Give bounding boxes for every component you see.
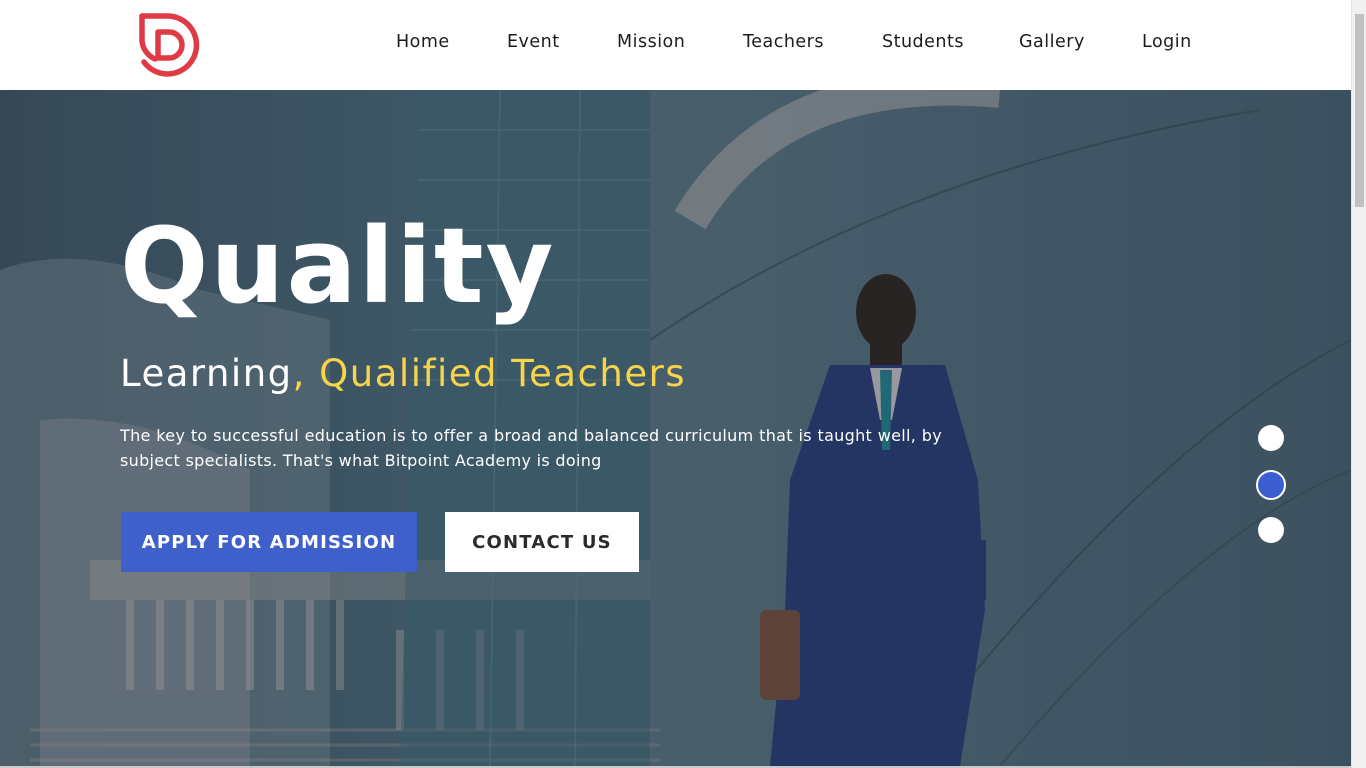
nav-event[interactable]: Event <box>507 32 560 52</box>
scrollbar-thumb[interactable] <box>1355 14 1364 207</box>
main-navigation: Home Event Mission Teachers Students Gal… <box>0 0 1351 90</box>
hero-description: The key to successful education is to of… <box>120 426 942 470</box>
hero-section: Quality Learning, Qualified Teachers The… <box>0 90 1351 766</box>
site-header: Home Event Mission Teachers Students Gal… <box>0 0 1351 90</box>
nav-teachers[interactable]: Teachers <box>743 32 824 52</box>
hero-title: Quality <box>120 205 556 327</box>
nav-students[interactable]: Students <box>882 32 964 52</box>
hero-subtitle-comma: , <box>292 352 306 395</box>
nav-home[interactable]: Home <box>396 32 450 52</box>
vertical-scrollbar[interactable] <box>1351 0 1366 768</box>
slider-dot-1[interactable] <box>1258 425 1284 451</box>
nav-login[interactable]: Login <box>1142 32 1192 52</box>
hero-subtitle-accent: Qualified Teachers <box>305 352 687 395</box>
nav-mission[interactable]: Mission <box>617 32 685 52</box>
slider-dot-3[interactable] <box>1258 517 1284 543</box>
apply-for-admission-button[interactable]: APPLY FOR ADMISSION <box>121 512 417 572</box>
contact-us-button[interactable]: CONTACT US <box>445 512 639 572</box>
hero-subtitle: Learning, Qualified Teachers <box>120 352 686 395</box>
hero-subtitle-main: Learning <box>120 352 293 395</box>
slider-dot-2[interactable] <box>1256 470 1286 500</box>
nav-gallery[interactable]: Gallery <box>1019 32 1085 52</box>
